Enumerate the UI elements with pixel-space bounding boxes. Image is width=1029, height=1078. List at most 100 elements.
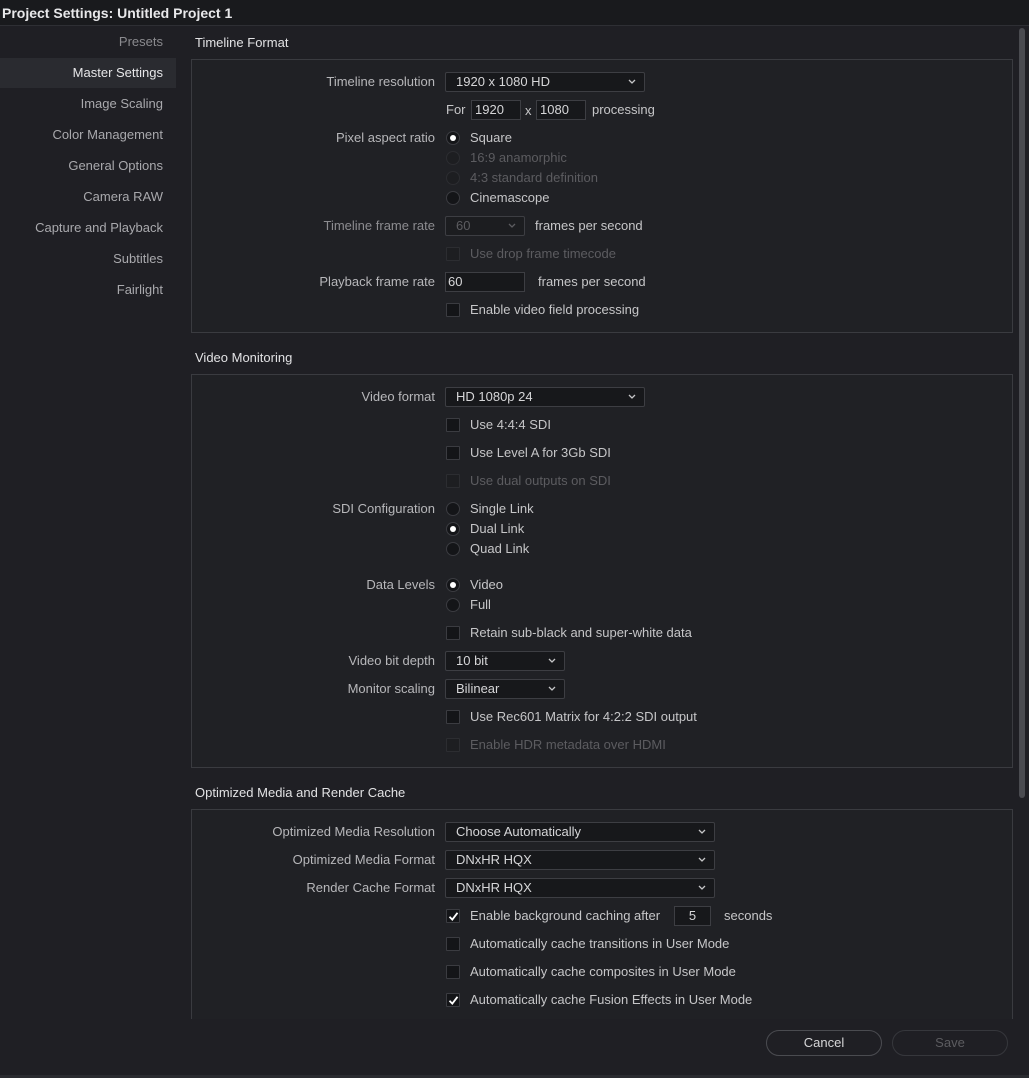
for-label: For (446, 102, 466, 117)
aspect-anamorphic-label: 16:9 anamorphic (470, 150, 567, 165)
aspect-4-3-radio[interactable] (446, 171, 460, 185)
hdr-metadata-checkbox[interactable] (446, 738, 460, 752)
chevron-down-icon (698, 829, 706, 834)
level-a-checkbox[interactable] (446, 446, 460, 460)
monitor-scaling-label: Monitor scaling (347, 681, 435, 696)
cancel-button[interactable]: Cancel (766, 1030, 882, 1056)
pixel-aspect-label: Pixel aspect ratio (336, 130, 435, 145)
optimized-resolution-value: Choose Automatically (456, 824, 582, 839)
bg-caching-checkbox[interactable] (446, 909, 460, 923)
sdi-single-link-radio[interactable] (446, 502, 460, 516)
data-levels-video-radio[interactable] (446, 578, 460, 592)
sidebar: Presets Master Settings Image Scaling Co… (0, 27, 176, 1027)
sidebar-item-image-scaling[interactable]: Image Scaling (0, 89, 176, 119)
field-processing-label: Enable video field processing (470, 302, 640, 317)
use-444-checkbox[interactable] (446, 418, 460, 432)
sdi-quad-link-label: Quad Link (470, 541, 530, 556)
field-processing-checkbox[interactable] (446, 303, 460, 317)
cache-transitions-label: Automatically cache transitions in User … (470, 936, 730, 951)
playback-fps-label: frames per second (538, 274, 646, 289)
optimized-format-value: DNxHR HQX (456, 852, 532, 867)
hdr-metadata-label: Enable HDR metadata over HDMI (470, 737, 666, 752)
dual-outputs-checkbox[interactable] (446, 474, 460, 488)
aspect-cinemascope-label: Cinemascope (470, 190, 550, 205)
retain-data-label: Retain sub-black and super-white data (470, 625, 692, 640)
section-title-optimized-media: Optimized Media and Render Cache (195, 785, 406, 800)
sdi-dual-link-radio[interactable] (446, 522, 460, 536)
render-cache-value: DNxHR HQX (456, 880, 532, 895)
sidebar-item-subtitles[interactable]: Subtitles (0, 244, 176, 274)
use-444-label: Use 4:4:4 SDI (470, 417, 551, 432)
save-button[interactable]: Save (892, 1030, 1008, 1056)
aspect-square-radio[interactable] (446, 131, 460, 145)
data-levels-label: Data Levels (366, 577, 435, 592)
rec601-label: Use Rec601 Matrix for 4:2:2 SDI output (470, 709, 697, 724)
sidebar-item-fairlight[interactable]: Fairlight (0, 275, 176, 305)
data-levels-video-label: Video (470, 577, 504, 592)
title-bar: Project Settings: Untitled Project 1 (0, 0, 1029, 26)
cache-composites-label: Automatically cache composites in User M… (470, 964, 736, 979)
video-bit-depth-value: 10 bit (456, 653, 488, 668)
sidebar-item-camera-raw[interactable]: Camera RAW (0, 182, 176, 212)
level-a-label: Use Level A for 3Gb SDI (470, 445, 611, 460)
video-format-label: Video format (361, 389, 435, 404)
sidebar-item-color-management[interactable]: Color Management (0, 120, 176, 150)
timeline-frame-rate-label: Timeline frame rate (323, 218, 436, 233)
aspect-4-3-label: 4:3 standard definition (470, 170, 598, 185)
sdi-quad-link-radio[interactable] (446, 542, 460, 556)
section-title-video-monitoring: Video Monitoring (195, 350, 293, 365)
retain-data-checkbox[interactable] (446, 626, 460, 640)
section-title-timeline-format: Timeline Format (195, 35, 289, 50)
seconds-label: seconds (724, 908, 773, 923)
video-bit-depth-dropdown[interactable]: 10 bit (445, 651, 565, 671)
panel-timeline-format (191, 59, 1013, 333)
checkmark-icon (448, 996, 459, 1005)
chevron-down-icon (548, 686, 556, 691)
cache-transitions-checkbox[interactable] (446, 937, 460, 951)
timeline-frame-rate-dropdown[interactable]: 60 (445, 216, 525, 236)
timeline-resolution-label: Timeline resolution (326, 74, 435, 89)
chevron-down-icon (628, 394, 636, 399)
optimized-resolution-label: Optimized Media Resolution (272, 824, 435, 839)
cache-fusion-label: Automatically cache Fusion Effects in Us… (470, 992, 753, 1007)
sidebar-item-general-options[interactable]: General Options (0, 151, 176, 181)
sdi-single-link-label: Single Link (470, 501, 534, 516)
aspect-cinemascope-radio[interactable] (446, 191, 460, 205)
x-label: x (525, 103, 532, 118)
processing-label: processing (592, 102, 655, 117)
timeline-resolution-value: 1920 x 1080 HD (456, 74, 550, 89)
monitor-scaling-dropdown[interactable]: Bilinear (445, 679, 565, 699)
timeline-fps-label: frames per second (535, 218, 643, 233)
sidebar-item-capture-playback[interactable]: Capture and Playback (0, 213, 176, 243)
bg-caching-seconds-input[interactable]: 5 (674, 906, 711, 926)
video-format-dropdown[interactable]: HD 1080p 24 (445, 387, 645, 407)
monitor-scaling-value: Bilinear (456, 681, 500, 696)
playback-frame-rate-label: Playback frame rate (319, 274, 435, 289)
optimized-format-dropdown[interactable]: DNxHR HQX (445, 850, 715, 870)
drop-frame-label: Use drop frame timecode (470, 246, 616, 261)
chevron-down-icon (628, 79, 636, 84)
checkmark-icon (448, 912, 459, 921)
timeline-width-input[interactable]: 1920 (471, 100, 521, 120)
dual-outputs-label: Use dual outputs on SDI (470, 473, 611, 488)
sidebar-item-presets[interactable]: Presets (0, 27, 176, 57)
render-cache-dropdown[interactable]: DNxHR HQX (445, 878, 715, 898)
timeline-resolution-dropdown[interactable]: 1920 x 1080 HD (445, 72, 645, 92)
chevron-down-icon (698, 885, 706, 890)
data-levels-full-radio[interactable] (446, 598, 460, 612)
vertical-scrollbar[interactable] (1019, 28, 1025, 798)
aspect-anamorphic-radio[interactable] (446, 151, 460, 165)
cache-fusion-checkbox[interactable] (446, 993, 460, 1007)
playback-frame-rate-input[interactable]: 60 (445, 272, 525, 292)
chevron-down-icon (508, 223, 516, 228)
timeline-height-input[interactable]: 1080 (536, 100, 586, 120)
render-cache-label: Render Cache Format (306, 880, 435, 895)
cache-composites-checkbox[interactable] (446, 965, 460, 979)
sidebar-item-master-settings[interactable]: Master Settings (0, 58, 176, 88)
data-levels-full-label: Full (470, 597, 491, 612)
optimized-resolution-dropdown[interactable]: Choose Automatically (445, 822, 715, 842)
sdi-dual-link-label: Dual Link (470, 521, 525, 536)
rec601-checkbox[interactable] (446, 710, 460, 724)
drop-frame-checkbox[interactable] (446, 247, 460, 261)
aspect-square-label: Square (470, 130, 512, 145)
